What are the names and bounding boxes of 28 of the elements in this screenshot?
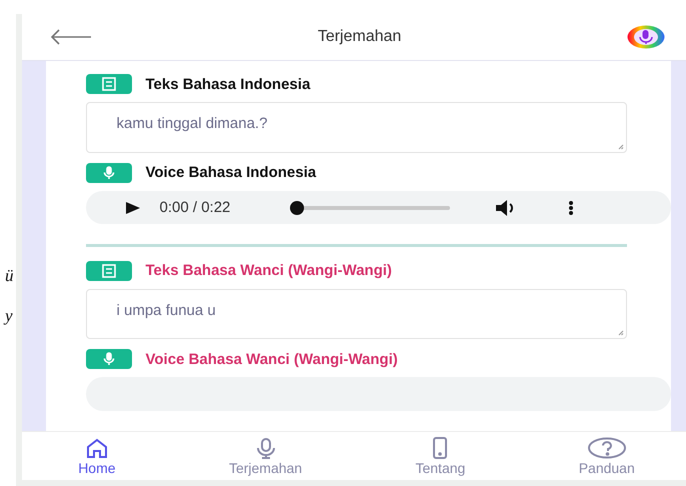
- microphone-icon: [86, 349, 132, 370]
- app-logo-icon[interactable]: [627, 25, 666, 49]
- section-label: Voice Bahasa Indonesia: [146, 164, 316, 182]
- background-text: y: [3, 305, 14, 327]
- nav-tab[interactable]: Panduan: [578, 436, 635, 476]
- audio-player[interactable]: 0:00 / 0:22: [86, 190, 670, 224]
- more-options-icon[interactable]: [568, 200, 574, 216]
- text-area[interactable]: i umpa funua u: [86, 288, 626, 340]
- play-icon[interactable]: [126, 202, 140, 214]
- nav-tab[interactable]: Tentang: [415, 436, 466, 476]
- nav-tab[interactable]: Home: [78, 436, 116, 476]
- home-icon: [84, 436, 109, 458]
- microphone-icon: [86, 162, 132, 183]
- section-label: Teks Bahasa Indonesia: [146, 76, 310, 92]
- back-arrow-icon[interactable]: [50, 29, 92, 45]
- resize-handle-icon[interactable]: [618, 330, 624, 336]
- nav-tab[interactable]: Terjemahan: [228, 436, 302, 476]
- section-label: Voice Bahasa Wanci (Wangi-Wangi): [146, 350, 398, 368]
- background-text: ü: [4, 265, 14, 287]
- screen-title: Terjemahan: [318, 28, 402, 46]
- section-label: Teks Bahasa Wanci (Wangi-Wangi): [146, 262, 392, 280]
- resize-handle-icon[interactable]: [618, 144, 624, 150]
- seek-slider[interactable]: [290, 200, 450, 215]
- time-display: 0:00 / 0:22: [160, 199, 232, 216]
- help-icon: [586, 436, 627, 458]
- text-area[interactable]: kamu tinggal dimana.?: [86, 102, 626, 153]
- text-icon: [86, 260, 132, 281]
- text-icon: [86, 74, 132, 94]
